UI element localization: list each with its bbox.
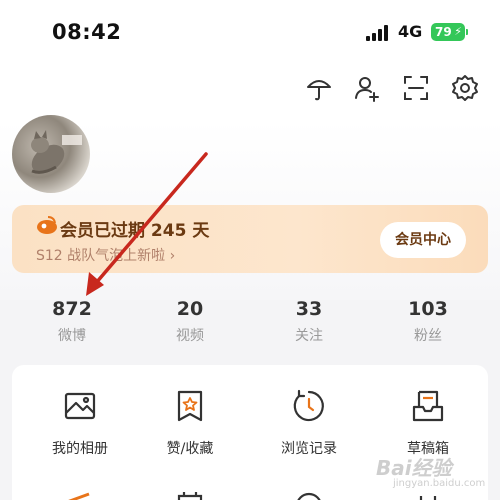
signal-icon (366, 25, 390, 41)
shortcut-label: 浏览记录 (281, 441, 337, 457)
stat-following[interactable]: 33 关注 (259, 298, 359, 345)
battery-icon: 79 ⚡ (431, 23, 465, 41)
vip-promo-link[interactable]: S12 战队气泡上新啦 › (36, 245, 175, 265)
watermark-logo: Bai经验 (376, 456, 452, 480)
stat-label: 关注 (295, 328, 323, 344)
orange-tag-icon[interactable] (63, 488, 97, 500)
stat-followers[interactable]: 103 粉丝 (378, 298, 478, 345)
stat-value: 872 (52, 298, 92, 320)
stat-label: 微博 (58, 328, 86, 344)
watermark-url: jingyan.baidu.com (393, 478, 486, 489)
scan-icon[interactable] (402, 74, 430, 102)
vip-status-title: 会员已过期 245 天 (60, 221, 210, 241)
shortcut-history[interactable]: 浏览记录 (249, 389, 369, 458)
shortcut-label: 我的相册 (52, 441, 108, 457)
stat-label: 视频 (176, 328, 204, 344)
favorite-icon (173, 389, 207, 423)
settings-icon[interactable] (451, 74, 479, 102)
vip-crown-icon (37, 216, 57, 234)
network-label: 4G (398, 22, 423, 41)
shortcut-favorites[interactable]: 赞/收藏 (130, 389, 250, 458)
shortcut-album[interactable]: 我的相册 (20, 389, 140, 458)
vip-center-button[interactable]: 会员中心 (380, 222, 466, 258)
add-friend-icon[interactable] (353, 74, 381, 102)
status-time: 08:42 (52, 20, 122, 44)
battery-level: 79 (435, 25, 452, 39)
shortcut-drafts[interactable]: 草稿箱 (368, 389, 488, 458)
history-icon (292, 389, 326, 423)
clock-icon[interactable] (292, 488, 326, 500)
shortcut-label: 赞/收藏 (166, 441, 214, 457)
calendar-icon[interactable] (173, 488, 207, 500)
avatar[interactable] (12, 115, 90, 193)
drafts-icon (411, 389, 445, 423)
stat-weibo[interactable]: 872 微博 (22, 298, 122, 345)
stat-value: 20 (176, 298, 204, 320)
stat-label: 粉丝 (414, 328, 442, 344)
charging-icon: ⚡ (454, 25, 462, 38)
battery-cap (466, 29, 468, 35)
album-icon (63, 389, 97, 423)
box-icon[interactable] (411, 488, 445, 500)
stat-value: 33 (295, 298, 323, 320)
umbrella-icon[interactable] (305, 74, 333, 102)
stat-videos[interactable]: 20 视频 (140, 298, 240, 345)
stat-value: 103 (408, 298, 448, 320)
